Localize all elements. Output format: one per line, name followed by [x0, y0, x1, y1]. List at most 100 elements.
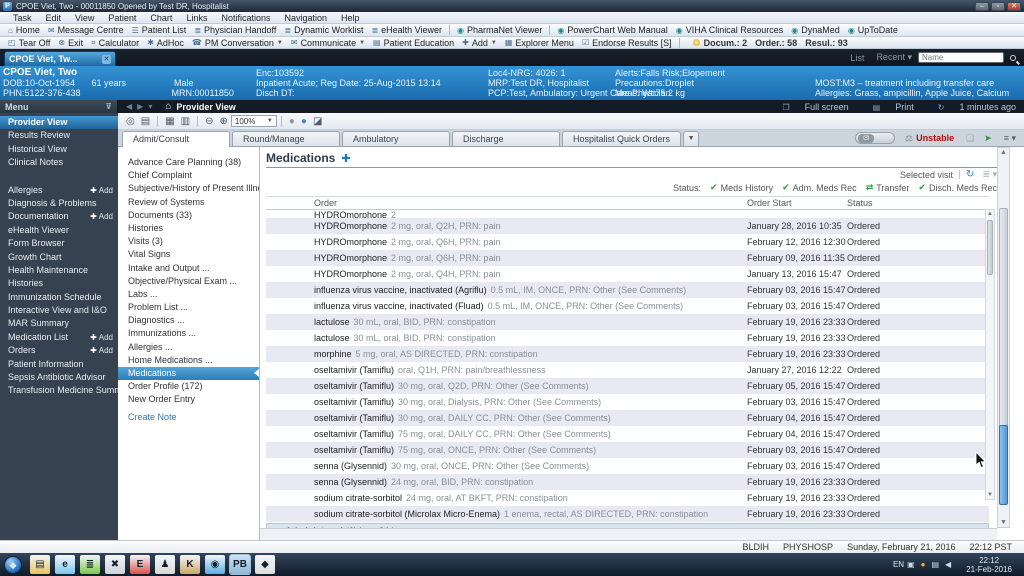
- sidebar-item[interactable]: Results Review: [0, 129, 118, 142]
- medication-row[interactable]: HYDROmorphone2 mg, oral, Q6H, PRN: pain …: [266, 250, 989, 266]
- sidebar-item[interactable]: Clinical Notes: [0, 156, 118, 169]
- column-order-start[interactable]: Order Start: [747, 198, 847, 208]
- view-tab[interactable]: Discharge: [452, 131, 560, 146]
- toolbar-link-button[interactable]: ⌂ Home: [4, 25, 44, 36]
- menu-item[interactable]: Navigation: [277, 13, 334, 23]
- medication-row[interactable]: sodium citrate-sorbitol24 mg, oral, AT B…: [266, 490, 989, 506]
- legend-item[interactable]: ✔ Meds History: [710, 182, 773, 193]
- menu-item[interactable]: Help: [334, 13, 367, 23]
- close-button[interactable]: ✕: [1007, 2, 1021, 11]
- sidebar-item[interactable]: Patient Information: [0, 358, 118, 371]
- recent-button[interactable]: Recent ▾: [876, 52, 912, 63]
- medication-row[interactable]: senna (Glysennid)24 mg, oral, BID, PRN: …: [266, 474, 989, 490]
- language-indicator[interactable]: EN: [893, 560, 904, 569]
- toolbar-link-button[interactable]: ◉ VIHA Clinical Resources: [672, 25, 788, 36]
- toolbar-action-button[interactable]: ◰ Tear Off: [4, 37, 54, 48]
- section-nav-item[interactable]: Documents (33): [118, 209, 259, 222]
- medication-row[interactable]: influenza virus vaccine, inactivated (Ag…: [266, 282, 989, 298]
- menu-item[interactable]: Patient: [101, 13, 143, 23]
- toolbar-link-button[interactable]: ◉ PowerChart Web Manual: [553, 25, 671, 36]
- add-button[interactable]: ✚Add: [90, 210, 113, 223]
- section-nav-item[interactable]: Review of Systems: [118, 196, 259, 209]
- section-nav-item[interactable]: Labs ...: [118, 288, 259, 301]
- section-nav-item[interactable]: Advance Care Planning (38): [118, 156, 259, 169]
- history-chevron-icon[interactable]: ▾: [148, 102, 152, 111]
- toolbar-link-button[interactable]: ≣ eHealth Viewer: [367, 25, 446, 36]
- taskbar-app-icon[interactable]: PB: [230, 555, 250, 574]
- toolbar-action-button[interactable]: ☎ PM Conversation ▼: [188, 37, 287, 48]
- toolbar-action-button[interactable]: ✉ Communicate ▼: [287, 37, 369, 48]
- tab-overflow-icon[interactable]: ▼: [683, 131, 699, 146]
- status-circle-blue-icon[interactable]: ●: [301, 116, 307, 127]
- section-nav-item[interactable]: Chief Complaint: [118, 169, 259, 182]
- visit-menu-icon[interactable]: ≣ ▾: [982, 169, 997, 180]
- toolbar-link-button[interactable]: ≣ Dynamic Worklist: [280, 25, 367, 36]
- page-scrollbar[interactable]: ▲ ▼: [997, 147, 1010, 528]
- section-nav-item[interactable]: Problem List ...: [118, 301, 259, 314]
- section-nav-item[interactable]: Subjective/History of Present Illness: [118, 182, 259, 195]
- zoom-in-icon[interactable]: ⊕: [219, 116, 227, 127]
- search-icon[interactable]: [1010, 55, 1016, 61]
- taskbar-app-icon[interactable]: e: [55, 555, 75, 574]
- legend-item[interactable]: ⇄ Transfer: [866, 182, 910, 193]
- fullscreen-button[interactable]: ❒Full screen: [770, 102, 848, 112]
- sidebar-item[interactable]: Immunization Schedule: [0, 291, 118, 304]
- start-button[interactable]: ❖: [4, 556, 22, 574]
- page-scroll-down-icon[interactable]: ▼: [998, 519, 1009, 526]
- section-nav-item[interactable]: Order Profile (172): [118, 380, 259, 393]
- medication-row[interactable]: oseltamivir (Tamiflu)oral, Q1H, PRN: pai…: [266, 362, 989, 378]
- zoom-level-select[interactable]: 100%▼: [231, 115, 277, 127]
- medication-row[interactable]: oseltamivir (Tamiflu)30 mg, oral, Q2D, P…: [266, 378, 989, 394]
- taskbar-app-icon[interactable]: ≣: [80, 555, 100, 574]
- column-order[interactable]: Order: [314, 198, 747, 208]
- patient-search-input[interactable]: [918, 52, 1004, 63]
- medication-row[interactable]: lactulose30 mL, oral, BID, PRN: constipa…: [266, 330, 989, 346]
- tray-update-icon[interactable]: ●: [921, 560, 926, 569]
- zoom-out-icon[interactable]: ⊖: [205, 116, 213, 127]
- medication-row[interactable]: senna (Glysennid)30 mg, oral, ONCE, PRN:…: [266, 458, 989, 474]
- add-button[interactable]: ✚Add: [90, 331, 113, 344]
- volume-icon[interactable]: ◀: [945, 560, 951, 569]
- legend-item[interactable]: ✔ Disch. Meds Rec: [918, 182, 997, 193]
- sign-out-icon[interactable]: ➤: [984, 133, 992, 144]
- maximize-button[interactable]: ▫: [991, 2, 1005, 11]
- medication-row[interactable]: HYDROmorphone2 mg, oral, Q6H, PRN: pain …: [266, 234, 989, 250]
- toolbar-link-button[interactable]: ◉ PharmaNet Viewer: [453, 25, 546, 36]
- sidebar-item[interactable]: Sepsis Antibiotic Advisor: [0, 371, 118, 384]
- medication-row[interactable]: oseltamivir (Tamiflu)30 mg, oral, DAILY …: [266, 410, 989, 426]
- menu-item[interactable]: View: [68, 13, 101, 23]
- refresh-button[interactable]: ↻1 minutes ago: [926, 102, 1016, 112]
- toolbar-link-button[interactable]: ✉ Message Centre: [44, 25, 128, 36]
- tray-display-icon[interactable]: ▤: [931, 560, 939, 569]
- view-tab[interactable]: Ambulatory: [342, 131, 450, 146]
- forward-icon[interactable]: ▶: [137, 102, 143, 111]
- list-button[interactable]: List: [850, 53, 864, 63]
- sidebar-item[interactable]: Allergies ✚Add: [0, 184, 118, 197]
- section-nav-item[interactable]: Objective/Physical Exam ...: [118, 275, 259, 288]
- menu-item[interactable]: Chart: [143, 13, 179, 23]
- section-nav-item[interactable]: Visits (3): [118, 235, 259, 248]
- print-view-icon[interactable]: ▦: [165, 116, 174, 127]
- taskbar-app-icon[interactable]: ◆: [255, 555, 275, 574]
- panel-menu-icon[interactable]: ≡ ▾: [1004, 133, 1016, 144]
- document-icon[interactable]: ▤: [141, 116, 150, 127]
- taskbar-app-icon[interactable]: ✖: [105, 555, 125, 574]
- section-nav-item[interactable]: Home Medications ...: [118, 354, 259, 367]
- medication-row[interactable]: HYDROmorphone2: [266, 210, 989, 218]
- medication-row[interactable]: HYDROmorphone2 mg, oral, Q2H, PRN: pain …: [266, 218, 989, 234]
- page-scroll-thumb[interactable]: [999, 208, 1008, 428]
- toolbar-action-button[interactable]: ▤ Patient Education: [369, 37, 458, 48]
- sidebar-item[interactable]: Growth Chart: [0, 251, 118, 264]
- toolbar-action-button[interactable]: ✱ AdHoc: [143, 37, 188, 48]
- refresh-visit-icon[interactable]: ↻: [966, 169, 974, 180]
- legend-item[interactable]: ✔ Adm. Meds Rec: [782, 182, 857, 193]
- mail-toggle[interactable]: ✉: [855, 132, 895, 144]
- view-tab[interactable]: Round/Manage: [232, 131, 340, 146]
- add-medication-icon[interactable]: ✚: [341, 152, 350, 165]
- sidebar-item[interactable]: Diagnosis & Problems: [0, 197, 118, 210]
- toolbar-link-button[interactable]: ≣ Physician Handoff: [190, 25, 280, 36]
- patient-chart-tab[interactable]: CPOE Viet, Tw... ✕: [4, 51, 116, 66]
- taskbar-app-icon[interactable]: E: [130, 555, 150, 574]
- taskbar-clock[interactable]: 22:12 21-Feb-2016: [960, 556, 1018, 574]
- sidebar-item[interactable]: Transfusion Medicine Summary: [0, 384, 118, 397]
